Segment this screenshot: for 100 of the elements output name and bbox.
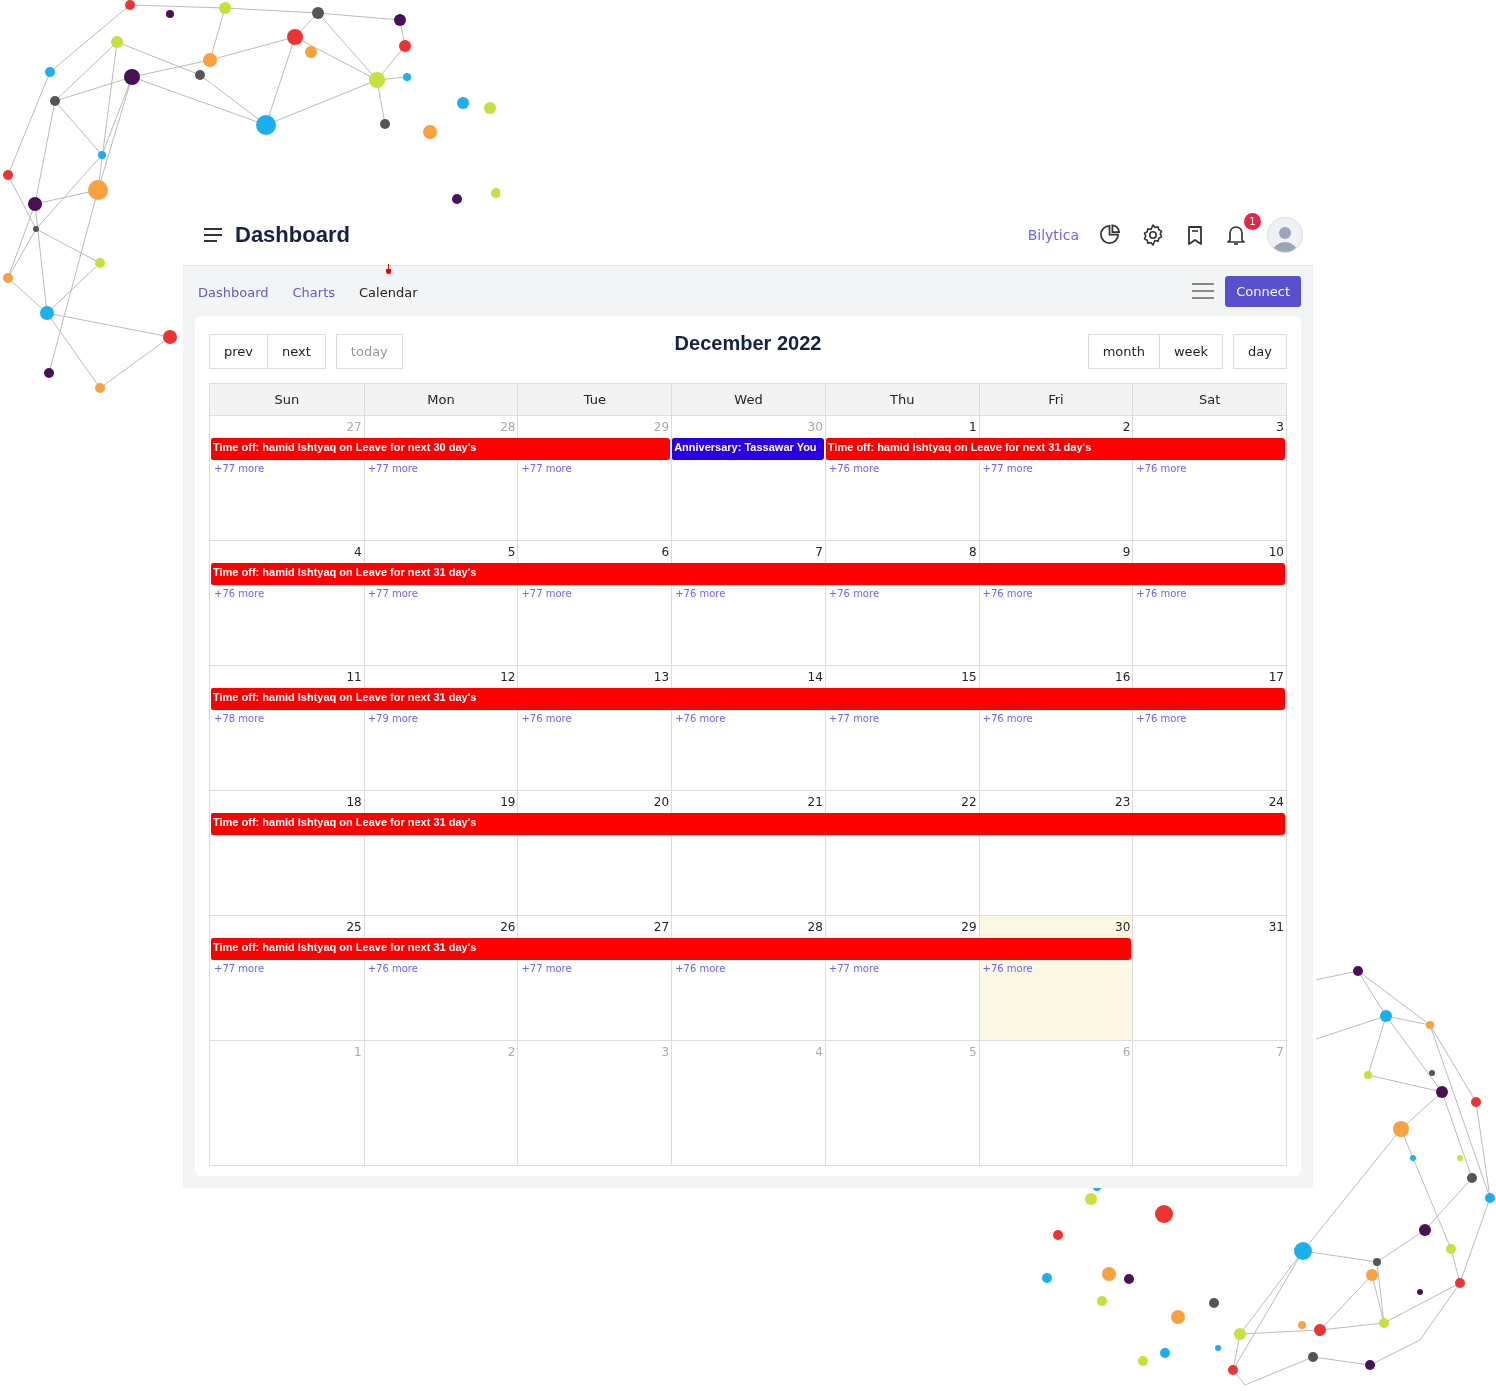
more-link[interactable]: +78 more [210, 710, 269, 728]
more-link[interactable]: +76 more [671, 960, 730, 978]
weekday-header: Sat [1132, 384, 1286, 415]
brand-link[interactable]: Bilytica [1027, 227, 1079, 243]
view-button[interactable]: month [1087, 334, 1160, 369]
day-number: 27 [652, 919, 671, 936]
day-number: 7 [1275, 1044, 1285, 1061]
day-number: 2 [1121, 419, 1132, 436]
more-link[interactable]: +76 more [824, 585, 884, 603]
weekday-header: Wed [671, 384, 825, 415]
weekday-header: Tue [517, 384, 672, 415]
day-number: 30 [806, 419, 824, 436]
bookmark-icon[interactable] [1185, 224, 1205, 246]
day-number: 16 [1114, 669, 1132, 686]
weekday-header: Sun [273, 391, 301, 409]
nav-tab[interactable]: Calendar [359, 284, 418, 300]
event-title[interactable]: Time off: hamid Ishtyaq on Leave for next 31 day's [824, 438, 1095, 460]
more-link[interactable]: +76 more [824, 460, 884, 478]
nav-button[interactable]: next [268, 334, 326, 369]
more-link[interactable]: +76 more [517, 710, 576, 728]
more-link[interactable]: +77 more [363, 460, 422, 478]
day-number: 6 [1121, 1044, 1132, 1061]
day-number: 31 [1267, 919, 1285, 936]
more-link[interactable]: +76 more [210, 585, 269, 603]
day-number: 1 [353, 1044, 363, 1061]
more-link[interactable]: +77 more [517, 460, 576, 478]
connect-button[interactable]: Connect [1225, 275, 1301, 307]
event-title[interactable]: Time off: hamid Ishtyaq on Leave for next 31 day's [210, 813, 480, 835]
more-link[interactable]: +76 more [671, 710, 730, 728]
more-link[interactable]: +77 more [978, 460, 1037, 478]
event-title[interactable]: Time off: hamid Ishtyaq on Leave for next 31 day's [210, 563, 480, 585]
day-number: 24 [1267, 794, 1285, 811]
event-title[interactable]: Anniversary: Tassawar You [671, 438, 820, 460]
day-number: 8 [967, 544, 978, 561]
nav-tab[interactable]: Charts [292, 284, 336, 300]
page-title: Dashboard [235, 222, 350, 248]
settings-icon[interactable] [1141, 223, 1165, 247]
day-number: 10 [1267, 544, 1285, 561]
day-number: 3 [660, 1044, 671, 1061]
weekday-header: Mon [363, 384, 518, 415]
nav-button[interactable]: prev [209, 334, 268, 369]
day-number: 5 [506, 544, 517, 561]
day-number: 23 [1114, 794, 1132, 811]
day-number: 17 [1267, 669, 1285, 686]
more-link[interactable]: +77 more [363, 585, 422, 603]
day-number: 28 [806, 919, 824, 936]
event-title[interactable]: Time off: hamid Ishtyaq on Leave for next 31 day's [210, 938, 480, 960]
pie-chart-icon[interactable] [1099, 224, 1121, 246]
more-link[interactable]: +76 more [978, 710, 1037, 728]
day-number: 1 [967, 419, 978, 436]
day-number: 2 [506, 1044, 517, 1061]
view-button[interactable]: week [1159, 334, 1224, 369]
day-number: 12 [499, 669, 517, 686]
view-button[interactable]: day [1233, 334, 1287, 369]
more-link[interactable]: +76 more [1132, 585, 1191, 603]
day-number: 30 [1114, 919, 1132, 936]
day-number: 13 [652, 669, 671, 686]
day-number: 19 [499, 794, 517, 811]
day-number: 20 [652, 794, 671, 811]
more-link[interactable]: +76 more [363, 960, 422, 978]
more-link[interactable]: +77 more [517, 585, 576, 603]
day-number: 18 [345, 794, 363, 811]
more-link[interactable]: +76 more [1132, 710, 1191, 728]
bell-icon[interactable] [1225, 223, 1247, 247]
day-number: 4 [353, 544, 363, 561]
day-number: 15 [960, 669, 978, 686]
day-number: 29 [960, 919, 978, 936]
event-title[interactable]: Time off: hamid Ishtyaq on Leave for next 31 day's [210, 688, 480, 710]
more-link[interactable]: +79 more [363, 710, 422, 728]
weekday-header: Thu [824, 384, 979, 415]
nav-tab[interactable]: Dashboard [198, 284, 269, 300]
more-link[interactable]: +76 more [978, 585, 1037, 603]
day-number: 27 [345, 419, 363, 436]
day-number: 11 [345, 669, 363, 686]
day-number: 22 [960, 794, 978, 811]
event-title[interactable]: Time off: hamid Ishtyaq on Leave for next 30 day's [210, 438, 480, 460]
menu-icon[interactable] [203, 227, 223, 243]
day-number: 29 [652, 419, 671, 436]
more-link[interactable]: +76 more [671, 585, 730, 603]
more-link[interactable]: +76 more [1132, 460, 1191, 478]
day-number: 3 [1275, 419, 1285, 436]
day-number: 14 [806, 669, 824, 686]
weekday-header: Fri [978, 384, 1133, 415]
more-link[interactable]: +77 more [210, 460, 269, 478]
calendar-title: December 2022 [674, 332, 822, 355]
more-link[interactable]: +77 more [824, 710, 884, 728]
day-number: 7 [814, 544, 824, 561]
day-number: 25 [345, 919, 363, 936]
day-number: 21 [806, 794, 824, 811]
more-link[interactable]: +76 more [978, 960, 1037, 978]
day-number: 5 [967, 1044, 978, 1061]
day-number: 28 [499, 419, 517, 436]
day-number: 6 [660, 544, 671, 561]
day-number: 26 [499, 919, 517, 936]
day-number: 4 [814, 1044, 824, 1061]
more-link[interactable]: +77 more [824, 960, 884, 978]
more-link[interactable]: +77 more [517, 960, 576, 978]
avatar[interactable] [1267, 217, 1303, 253]
notification-badge: 1 [1244, 213, 1261, 230]
more-link[interactable]: +77 more [210, 960, 269, 978]
